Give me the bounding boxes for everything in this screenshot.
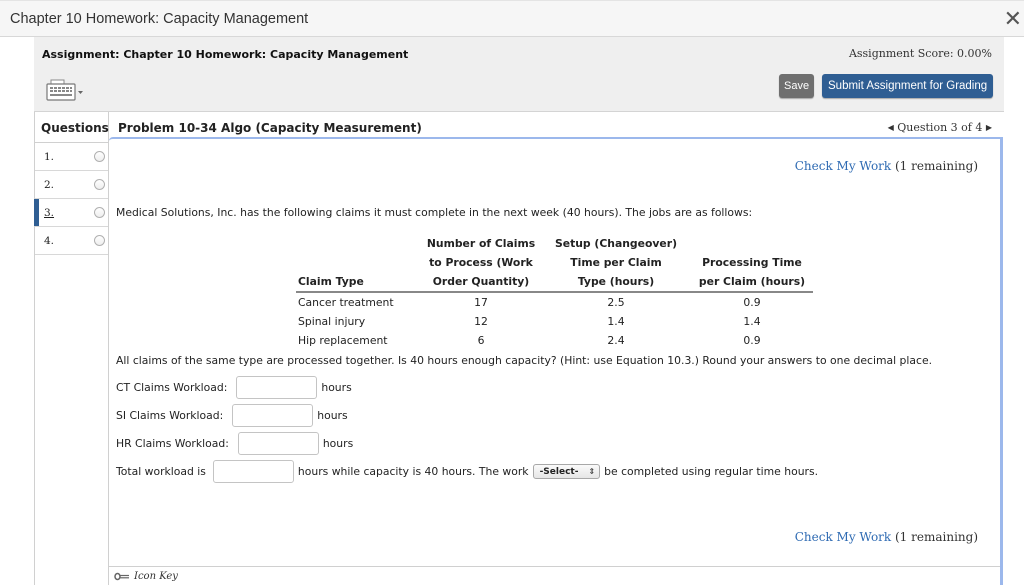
table-row: Cancer treatment 17 2.5 0.9 xyxy=(296,292,813,312)
claims-count-cell: 17 xyxy=(474,296,488,309)
column-header: Processing Time xyxy=(702,256,802,269)
column-header: Number of Claims xyxy=(426,237,536,250)
column-header xyxy=(691,234,813,253)
questions-sidebar: Questions 1. 2. 3. 4. xyxy=(34,112,109,585)
check-my-work-bottom: Check My Work (1 remaining) xyxy=(795,530,978,544)
si-workload-label: SI Claims Workload: xyxy=(116,409,224,422)
icon-key-link[interactable]: Icon Key xyxy=(114,571,178,582)
check-remaining: (1 remaining) xyxy=(895,159,978,173)
status-circle-icon xyxy=(94,151,105,162)
ct-workload-label: CT Claims Workload: xyxy=(116,381,228,394)
column-header: Claim Type xyxy=(296,272,421,293)
icon-key-label: Icon Key xyxy=(134,571,178,582)
sidebar-item-question-2[interactable]: 2. xyxy=(35,171,108,199)
unit-label: hours xyxy=(322,437,354,450)
hr-workload-label: HR Claims Workload: xyxy=(116,437,229,450)
keyboard-dropdown-button[interactable] xyxy=(45,77,85,103)
question-number: 2. xyxy=(44,179,55,191)
sidebar-item-question-3[interactable]: 3. xyxy=(34,199,108,227)
question-navigator: ◀ Question 3 of 4 ▶ xyxy=(888,121,992,134)
status-circle-icon xyxy=(94,207,105,218)
window-titlebar: Chapter 10 Homework: Capacity Management… xyxy=(0,0,1024,37)
question-number: 4. xyxy=(44,235,55,247)
previous-question-icon[interactable]: ◀ xyxy=(888,123,894,132)
column-header xyxy=(296,253,421,272)
ct-workload-input[interactable] xyxy=(236,376,318,399)
setup-time-cell: 2.4 xyxy=(607,334,625,347)
assignment-title: Assignment: Chapter 10 Homework: Capacit… xyxy=(42,48,409,61)
key-icon xyxy=(114,572,129,581)
setup-time-cell: 1.4 xyxy=(607,315,625,328)
claims-count-cell: 12 xyxy=(474,315,488,328)
question-number: 1. xyxy=(44,151,55,163)
processing-time-cell: 0.9 xyxy=(743,334,761,347)
close-icon[interactable]: ✕ xyxy=(1004,7,1022,32)
column-header: to Process (Work xyxy=(429,256,533,269)
check-remaining: (1 remaining) xyxy=(895,530,978,544)
claims-count-cell: 6 xyxy=(477,334,485,347)
window-title: Chapter 10 Homework: Capacity Management xyxy=(10,11,309,27)
assignment-header: Assignment: Chapter 10 Homework: Capacit… xyxy=(34,37,1004,112)
column-header: Order Quantity) xyxy=(421,272,541,293)
table-header-row: Number of Claims Setup (Changeover) xyxy=(296,234,813,253)
table-row: Hip replacement 6 2.4 0.9 xyxy=(296,331,813,350)
total-workload-input[interactable] xyxy=(212,460,294,483)
problem-intro: Medical Solutions, Inc. has the followin… xyxy=(116,206,753,219)
processing-time-cell: 0.9 xyxy=(743,296,761,309)
setup-time-cell: 2.5 xyxy=(607,296,625,309)
unit-label: hours xyxy=(321,381,352,394)
table-header-row: Claim Type Order Quantity) Type (hours) … xyxy=(296,272,813,293)
table-row: Spinal injury 12 1.4 1.4 xyxy=(296,312,813,331)
keyboard-icon xyxy=(46,79,83,101)
chevron-down-icon xyxy=(78,91,83,94)
si-workload-row: SI Claims Workload: hours xyxy=(116,404,348,427)
column-header: per Claim (hours) xyxy=(691,272,813,293)
questions-heading: Questions xyxy=(35,112,109,143)
hr-workload-row: HR Claims Workload: hours xyxy=(116,432,353,455)
save-button[interactable]: Save xyxy=(779,74,815,98)
problem-title: Problem 10-34 Algo (Capacity Measurement… xyxy=(118,121,422,135)
completion-text: be completed using regular time hours. xyxy=(604,465,819,478)
processing-time-cell: 1.4 xyxy=(743,315,761,328)
claims-table: Number of Claims Setup (Changeover) to P… xyxy=(296,234,813,350)
status-circle-icon xyxy=(94,235,105,246)
column-header: Type (hours) xyxy=(541,272,691,293)
can-cannot-select[interactable]: -Select- ⇕ xyxy=(532,464,601,479)
check-my-work-link[interactable]: Check My Work xyxy=(795,530,891,544)
check-my-work-top: Check My Work (1 remaining) xyxy=(795,159,978,173)
select-arrows-icon: ⇕ xyxy=(588,467,596,476)
total-workload-row: Total workload is hours while capacity i… xyxy=(116,460,818,483)
column-header: Setup (Changeover) xyxy=(554,237,678,250)
instructions-text: All claims of the same type are processe… xyxy=(116,354,933,367)
column-header xyxy=(296,234,421,253)
column-header: Time per Claim xyxy=(570,256,662,269)
hr-workload-input[interactable] xyxy=(237,432,319,455)
si-workload-input[interactable] xyxy=(232,404,314,427)
question-number: 3. xyxy=(44,207,55,219)
capacity-text: hours while capacity is 40 hours. The wo… xyxy=(297,465,529,478)
submit-assignment-button[interactable]: Submit Assignment for Grading xyxy=(822,74,994,98)
sidebar-item-question-1[interactable]: 1. xyxy=(35,143,108,171)
assignment-score: Assignment Score: 0.00% xyxy=(848,47,992,60)
select-value: -Select- xyxy=(539,466,579,477)
claim-type-cell: Cancer treatment xyxy=(298,296,394,309)
status-circle-icon xyxy=(94,179,105,190)
ct-workload-row: CT Claims Workload: hours xyxy=(116,376,352,399)
problem-content: Check My Work (1 remaining) Medical Solu… xyxy=(109,137,1003,585)
claim-type-cell: Hip replacement xyxy=(298,334,388,347)
sidebar-item-question-4[interactable]: 4. xyxy=(35,227,108,255)
total-workload-label: Total workload is xyxy=(116,465,206,478)
unit-label: hours xyxy=(317,409,348,422)
table-header-row: to Process (Work Time per Claim Processi… xyxy=(296,253,813,272)
claim-type-cell: Spinal injury xyxy=(298,315,366,328)
check-my-work-link[interactable]: Check My Work xyxy=(795,159,891,173)
footer-divider xyxy=(109,566,1000,567)
next-question-icon[interactable]: ▶ xyxy=(986,123,992,132)
question-position: Question 3 of 4 xyxy=(897,121,983,134)
